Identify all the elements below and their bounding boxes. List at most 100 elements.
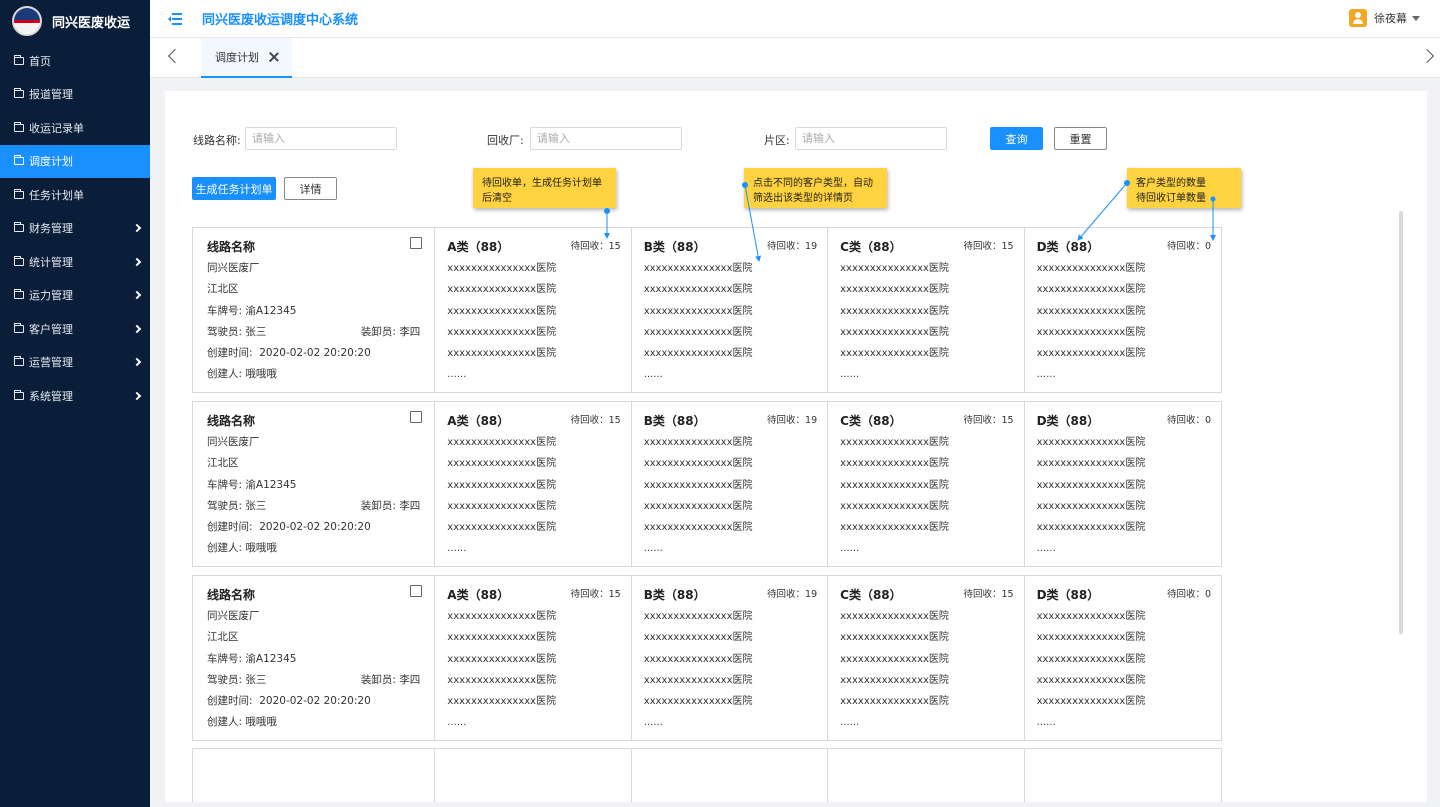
hospital-item: xxxxxxxxxxxxxxx医院: [840, 522, 949, 534]
hospital-item: xxxxxxxxxxxxxxx医院: [1036, 611, 1146, 622]
hospital-item: xxxxxxxxxxxxxxx医院: [447, 348, 557, 360]
sidebar-item-1[interactable]: 报道管理: [0, 78, 150, 112]
hospital-item: xxxxxxxxxxxxxxx医院: [840, 458, 949, 470]
hospital-item: xxxxxxxxxxxxxxx医院: [643, 632, 753, 644]
route-select-checkbox[interactable]: [410, 411, 423, 423]
menu-fold-icon[interactable]: [168, 12, 182, 25]
annotation-note-pending: 待回收单，生成任务计划单后清空: [473, 168, 616, 208]
customer-category[interactable]: C类（88） 待回收：15 xxxxxxxxxxxxxxx医院 xxxxxxxxxxx…: [828, 228, 1025, 392]
hospital-item: ......: [447, 717, 467, 729]
hospital-item: xxxxxxxxxxxxxxx医院: [1036, 326, 1146, 338]
sidebar-item-label: 统计管理: [29, 255, 73, 269]
customer-category[interactable]: D类（88） 待回收：0 xxxxxxxxxxxxxxx医院 xxxxxxxxxxxx…: [1025, 228, 1221, 392]
hospital-item: xxxxxxxxxxxxxxx医院: [840, 653, 949, 665]
recycle-factory-input[interactable]: [530, 127, 682, 150]
folder-icon: [14, 255, 24, 266]
hospital-item: xxxxxxxxxxxxxxx医院: [643, 437, 753, 448]
tab-dispatch-plan[interactable]: 调度计划: [201, 38, 292, 78]
customer-category[interactable]: A类（88） 待回收：15 xxxxxxxxxxxxxxx医院 xxxxxxxxxxx…: [435, 402, 632, 566]
annotation-note-count: 客户类型的数量 待回收订单数量: [1127, 168, 1241, 208]
area-label: 片区:: [764, 134, 790, 147]
route-card[interactable]: 线路名称 同兴医废厂 江北区 车牌号: 渝A12345 驾驶员: 张三 装卸员: 李四 创建…: [192, 401, 1222, 567]
reset-button[interactable]: 重置: [1054, 127, 1107, 150]
sidebar-item-3[interactable]: 调度计划: [0, 144, 150, 178]
hospital-item: xxxxxxxxxxxxxxx医院: [447, 522, 557, 534]
vertical-scrollbar[interactable]: [1399, 211, 1403, 634]
folder-icon: [14, 188, 24, 199]
folder-icon: [14, 356, 24, 367]
customer-category[interactable]: C类（88） 待回收：15 xxxxxxxxxxxxxxx医院 xxxxxxxxxxx…: [828, 576, 1025, 740]
hospital-item: ......: [840, 543, 860, 555]
hospital-item: xxxxxxxxxxxxxxx医院: [840, 479, 949, 491]
detail-button[interactable]: 详情: [284, 177, 337, 200]
pending-count: 待回收：19: [767, 589, 818, 600]
hospital-item: xxxxxxxxxxxxxxx医院: [840, 674, 949, 686]
generate-task-plan-button[interactable]: 生成任务计划单: [192, 177, 276, 200]
query-button[interactable]: 查询: [990, 127, 1043, 150]
hospital-item: ......: [1036, 543, 1056, 555]
tabs-scroll-right-icon[interactable]: [1419, 48, 1435, 64]
hospital-item: xxxxxxxxxxxxxxx医院: [1036, 500, 1146, 512]
sidebar-item-9[interactable]: 运营管理: [0, 346, 150, 380]
sidebar-item-label: 运营管理: [29, 356, 73, 370]
user-menu[interactable]: 徐夜幕: [1349, 9, 1420, 27]
sidebar-item-7[interactable]: 运力管理: [0, 279, 150, 313]
hospital-item: xxxxxxxxxxxxxxx医院: [840, 326, 949, 338]
app-logo: [12, 6, 42, 36]
hospital-item: xxxxxxxxxxxxxxx医院: [447, 696, 557, 708]
pending-count: 待回收：0: [1166, 241, 1211, 252]
customer-category[interactable]: B类（88） 待回收：19 xxxxxxxxxxxxxxx医院 xxxxxxxxxxx…: [632, 228, 829, 392]
sidebar-item-4[interactable]: 任务计划单: [0, 178, 150, 212]
customer-category[interactable]: D类（88） 待回收：0 xxxxxxxxxxxxxxx医院 xxxxxxxxxxxx…: [1025, 402, 1221, 566]
hospital-item: xxxxxxxxxxxxxxx医院: [643, 326, 753, 338]
customer-category[interactable]: B类（88） 待回收：19 xxxxxxxxxxxxxxx医院 xxxxxxxxxxx…: [632, 576, 829, 740]
hospital-item: xxxxxxxxxxxxxxx医院: [447, 326, 557, 338]
folder-icon: [14, 88, 24, 99]
sidebar-item-8[interactable]: 客户管理: [0, 312, 150, 346]
sidebar-item-5[interactable]: 财务管理: [0, 212, 150, 246]
hospital-item: xxxxxxxxxxxxxxx医院: [643, 305, 753, 317]
area-input[interactable]: [795, 127, 947, 150]
route-district: 江北区: [207, 283, 239, 296]
customer-category[interactable]: D类（88） 待回收：0 xxxxxxxxxxxxxxx医院 xxxxxxxxxxxx…: [1025, 576, 1221, 740]
sidebar-item-label: 调度计划: [29, 155, 73, 169]
folder-icon: [14, 289, 24, 300]
chevron-right-icon: [132, 257, 142, 266]
route-name-input[interactable]: [245, 127, 397, 150]
route-created-time: 创建时间: 2020-02-02 20:20:20: [207, 347, 371, 360]
route-card[interactable]: 线路名称 同兴医废厂 江北区 车牌号: 渝A12345 驾驶员: 张三 装卸员: 李四 创建…: [192, 575, 1222, 741]
sidebar-item-10[interactable]: 系统管理: [0, 379, 150, 413]
hospital-item: xxxxxxxxxxxxxxx医院: [447, 500, 557, 512]
hospital-item: xxxxxxxxxxxxxxx医院: [840, 437, 949, 448]
sidebar-item-6[interactable]: 统计管理: [0, 245, 150, 279]
tabs-scroll-left-icon[interactable]: [167, 48, 183, 64]
brand: 同兴医废收运: [0, 0, 150, 42]
route-factory: 同兴医废厂: [207, 436, 260, 448]
hospital-item: xxxxxxxxxxxxxxx医院: [447, 458, 557, 470]
sidebar-menu: 首页 报道管理 收运记录单调度计划任务计划单 财务管理统计管理运力管理 客户管理运营管理…: [0, 44, 150, 413]
hospital-item: xxxxxxxxxxxxxxx医院: [447, 611, 557, 622]
customer-category[interactable]: B类（88） 待回收：19 xxxxxxxxxxxxxxx医院 xxxxxxxxxxx…: [632, 402, 829, 566]
hospital-item: xxxxxxxxxxxxxxx医院: [840, 696, 949, 708]
system-title: 同兴医废收运调度中心系统: [202, 13, 359, 28]
route-plate: 车牌号: 渝A12345: [207, 304, 297, 317]
close-icon[interactable]: [269, 52, 279, 62]
sidebar: 同兴医废收运 首页 报道管理 收运记录单调度计划任务计划单 财务管理统计管理运力管理客…: [0, 0, 150, 807]
customer-category[interactable]: C类（88） 待回收：15 xxxxxxxxxxxxxxx医院 xxxxxxxxxxx…: [828, 402, 1025, 566]
route-creator: 创建人: 哦哦哦: [207, 716, 277, 729]
sidebar-item-2[interactable]: 收运记录单: [0, 111, 150, 145]
route-created-time: 创建时间: 2020-02-02 20:20:20: [207, 521, 371, 534]
route-card-partial[interactable]: [192, 748, 1222, 802]
route-select-checkbox[interactable]: [410, 585, 423, 597]
hospital-item: ......: [1036, 369, 1056, 381]
route-select-checkbox[interactable]: [410, 237, 423, 249]
sidebar-item-0[interactable]: 首页: [0, 44, 150, 78]
customer-category[interactable]: A类（88） 待回收：15 xxxxxxxxxxxxxxx医院 xxxxxxxxxxx…: [435, 228, 632, 392]
route-card[interactable]: 线路名称 同兴医废厂 江北区 车牌号: 渝A12345 驾驶员: 张三 装卸员: 李四 创建…: [192, 227, 1222, 393]
route-title: 线路名称: [207, 240, 256, 254]
pending-count: 待回收：15: [963, 241, 1014, 252]
customer-category[interactable]: A类（88） 待回收：15 xxxxxxxxxxxxxxx医院 xxxxxxxxxxx…: [435, 576, 632, 740]
chevron-right-icon: [132, 224, 142, 233]
pending-count: 待回收：15: [570, 589, 621, 600]
pending-count: 待回收：0: [1166, 589, 1211, 600]
